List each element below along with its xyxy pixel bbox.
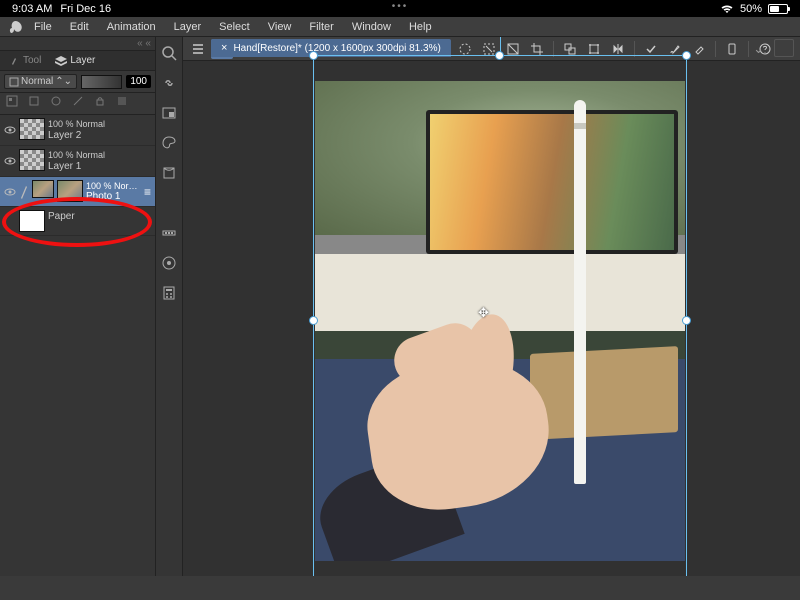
layers-list: 100 % NormalLayer 2 100 % NormalLayer 1 … — [0, 115, 155, 236]
layer-name: Layer 2 — [48, 130, 105, 142]
battery-icon — [768, 4, 788, 14]
blend-mode-label: Normal — [21, 76, 53, 87]
battery-percent: 50% — [740, 3, 762, 15]
visibility-eye-icon[interactable] — [4, 155, 16, 167]
side-tool-strip — [155, 37, 183, 576]
smartphone-icon[interactable] — [721, 39, 743, 59]
resize-handle-tm[interactable] — [495, 51, 504, 60]
calculator-icon[interactable] — [159, 283, 179, 303]
layer-thumbnail — [57, 180, 83, 202]
menu-edit[interactable]: Edit — [62, 19, 97, 35]
blend-mode-select[interactable]: Normal ⌃⌄ — [4, 74, 77, 89]
canvas-area[interactable]: ︿ × Hand[Restore]* (1200 x 1600px 300dpi… — [183, 37, 800, 576]
layer-row-photo1[interactable]: 100 % Nor…Photo 1 ≡ — [0, 177, 155, 208]
layer-row-layer2[interactable]: 100 % NormalLayer 2 — [0, 115, 155, 146]
material-icon[interactable] — [159, 163, 179, 183]
visibility-eye-icon[interactable] — [4, 186, 16, 198]
visibility-eye-icon[interactable] — [4, 216, 16, 228]
lock-layer-icon[interactable] — [92, 93, 108, 109]
visibility-eye-icon[interactable] — [4, 124, 16, 136]
resize-handle-tr[interactable] — [682, 51, 691, 60]
layer-info: 100 % Normal — [48, 150, 105, 161]
eraser-icon[interactable] — [688, 39, 710, 59]
close-tab-icon[interactable]: × — [221, 42, 227, 54]
pencil-edit-icon — [19, 180, 29, 202]
layer-parent-thumbnail — [32, 180, 54, 198]
sub-view-icon[interactable] — [159, 103, 179, 123]
hsv-icon[interactable] — [159, 253, 179, 273]
search-icon[interactable] — [159, 43, 179, 63]
menu-window[interactable]: Window — [344, 19, 399, 35]
ipad-status-bar: 9:03 AM Fri Dec 16 ••• 50% — [0, 0, 800, 17]
menu-layer[interactable]: Layer — [166, 19, 210, 35]
layer-color-icon[interactable] — [114, 93, 130, 109]
layers-panel: « « Tool Layer Normal ⌃⌄ 100 — [0, 37, 155, 576]
menu-select[interactable]: Select — [211, 19, 258, 35]
layer-thumbnail — [19, 149, 45, 171]
layer-name: Photo 1 — [86, 191, 138, 203]
tab-tool-label: Tool — [23, 55, 41, 66]
menu-animation[interactable]: Animation — [99, 19, 164, 35]
layer-thumbnail — [19, 210, 45, 232]
layer-menu-icon[interactable]: ≡ — [144, 185, 151, 199]
layer-preview-strip — [81, 75, 122, 89]
view-toggle-button[interactable] — [774, 39, 794, 57]
app-menu-bar: File Edit Animation Layer Select View Fi… — [0, 17, 800, 37]
tab-layer-label: Layer — [70, 55, 95, 66]
app-logo-icon[interactable] — [8, 19, 24, 35]
status-time: 9:03 AM — [12, 3, 52, 15]
tabs-collapse-icon[interactable]: ⌄ — [753, 41, 764, 57]
tab-layer[interactable]: Layer — [51, 53, 99, 68]
quick-access-icon[interactable] — [159, 223, 179, 243]
reference-layer-icon[interactable] — [48, 93, 64, 109]
document-tab-label: Hand[Restore]* (1200 x 1600px 300dpi 81.… — [233, 43, 440, 54]
opacity-value[interactable]: 100 — [126, 75, 151, 88]
chevron-updown-icon: ⌃⌄ — [55, 76, 72, 87]
layer-action-row — [0, 93, 155, 115]
layer-info: 100 % Normal — [48, 119, 105, 130]
palette-icon[interactable] — [159, 133, 179, 153]
multitask-dots-icon[interactable]: ••• — [392, 1, 409, 12]
layer-name: Layer 1 — [48, 161, 105, 173]
layer-row-layer1[interactable]: 100 % NormalLayer 1 — [0, 146, 155, 177]
layer-info: 100 % Nor… — [86, 181, 138, 192]
layer-thumbnail — [19, 118, 45, 140]
status-date: Fri Dec 16 — [60, 3, 111, 15]
menu-help[interactable]: Help — [401, 19, 440, 35]
panel-collapse-handle[interactable]: « « — [0, 37, 155, 51]
resize-handle-mr[interactable] — [682, 316, 691, 325]
layer-row-paper[interactable]: Paper — [0, 207, 155, 236]
menu-filter[interactable]: Filter — [301, 19, 341, 35]
draft-layer-icon[interactable] — [70, 93, 86, 109]
menu-view[interactable]: View — [260, 19, 300, 35]
clip-mask-icon[interactable] — [26, 93, 42, 109]
wifi-icon — [720, 4, 734, 14]
tab-tool[interactable]: Tool — [6, 53, 45, 68]
hamburger-icon[interactable] — [187, 39, 209, 59]
resize-handle-ml[interactable] — [309, 316, 318, 325]
resize-handle-tl[interactable] — [309, 51, 318, 60]
lock-alpha-icon[interactable] — [4, 93, 20, 109]
menu-file[interactable]: File — [26, 19, 60, 35]
layer-name: Paper — [48, 211, 75, 223]
transform-bounding-box[interactable] — [313, 55, 687, 576]
link-icon[interactable] — [159, 73, 179, 93]
